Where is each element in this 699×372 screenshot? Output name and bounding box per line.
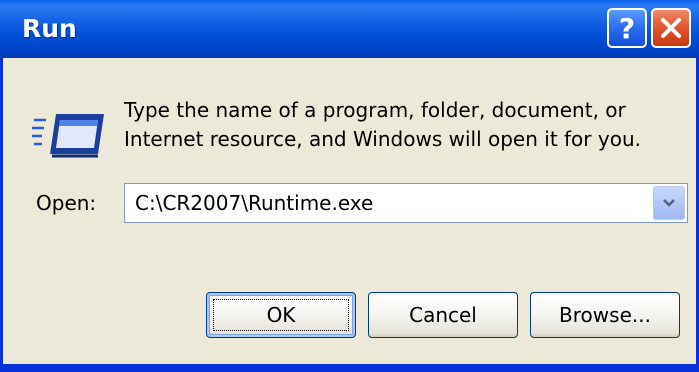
- window-bottom-border: [0, 364, 699, 372]
- focus-rectangle: [213, 299, 349, 331]
- close-icon: [661, 18, 681, 38]
- cancel-button-label: Cancel: [409, 303, 477, 327]
- window-title: Run: [22, 14, 77, 43]
- help-button[interactable]: ?: [607, 8, 647, 48]
- dropdown-button[interactable]: [653, 186, 685, 220]
- browse-button-label: Browse...: [559, 303, 651, 327]
- title-bar[interactable]: Run ?: [0, 0, 699, 58]
- ok-button[interactable]: OK: [206, 292, 356, 338]
- open-combobox[interactable]: C:\CR2007\Runtime.exe: [124, 183, 688, 223]
- open-label: Open:: [36, 188, 96, 218]
- instructions-text: Type the name of a program, folder, docu…: [124, 96, 684, 154]
- run-icon: [32, 114, 104, 158]
- open-input[interactable]: C:\CR2007\Runtime.exe: [135, 184, 373, 222]
- open-label-text: Open:: [36, 191, 97, 215]
- cancel-button[interactable]: Cancel: [368, 292, 518, 338]
- run-dialog: Run ? Type the name of a program, folder…: [0, 0, 699, 372]
- browse-button[interactable]: Browse...: [530, 292, 680, 338]
- instructions-line-1: Type the name of a program, folder, docu…: [124, 98, 626, 122]
- close-button[interactable]: [651, 8, 691, 48]
- chevron-down-icon: [663, 199, 675, 207]
- instructions-line-2: Internet resource, and Windows will open…: [124, 127, 641, 151]
